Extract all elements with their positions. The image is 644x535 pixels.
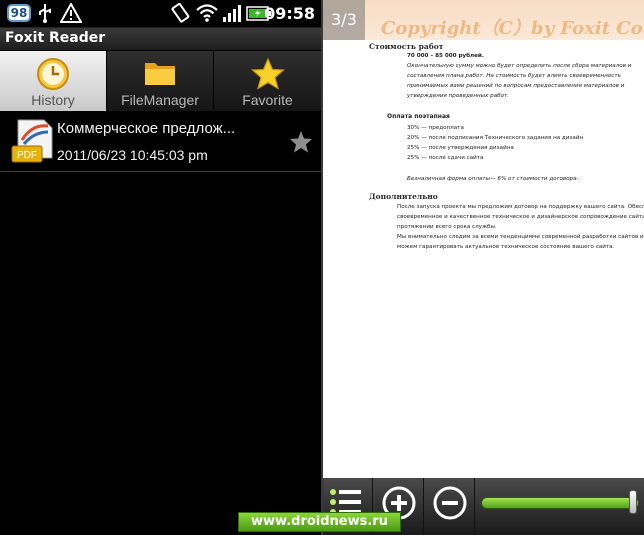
page-indicator: 3/3 bbox=[323, 0, 365, 40]
tab-favorite-label: Favorite bbox=[242, 92, 293, 108]
notification-badge: 98 bbox=[7, 4, 31, 22]
heading-cost: Стоимость работ bbox=[369, 42, 444, 51]
text-line: утверждения проведенных работ. bbox=[407, 93, 510, 99]
document-name: Коммерческое предлож... bbox=[57, 120, 236, 137]
zoom-out-icon bbox=[433, 486, 467, 520]
signal-icon bbox=[223, 5, 241, 22]
app-titlebar: Foxit Reader bbox=[0, 28, 321, 50]
zoom-slider[interactable] bbox=[481, 497, 639, 509]
clock-text: 09:58 bbox=[264, 4, 315, 23]
tab-favorite[interactable]: Favorite bbox=[214, 51, 321, 111]
text-line: протяжении всего срока службы. bbox=[397, 224, 497, 230]
document-header: Copyright（C）by Foxit Corp 3/3 bbox=[323, 0, 644, 40]
zoom-out-button[interactable] bbox=[425, 478, 475, 535]
document-date: 2011/06/23 10:45:03 pm bbox=[57, 147, 208, 163]
text-line: Окончательную сумму можно будет определи… bbox=[407, 63, 632, 69]
price-line: 70 000 – 85 000 рублей. bbox=[407, 53, 484, 59]
text-line: своевременное и качественное техническое… bbox=[397, 214, 644, 220]
history-list: PDF Коммерческое предлож... 2011/06/23 1… bbox=[0, 112, 321, 172]
text-line: После запуска проекта мы предложим догов… bbox=[397, 204, 644, 210]
clock-icon bbox=[37, 58, 69, 90]
left-screen: 98 09:58 Foxit Reader History FileManage… bbox=[0, 0, 321, 535]
star-icon bbox=[250, 57, 285, 90]
tab-history-label: History bbox=[31, 92, 75, 108]
right-screen: Copyright（C）by Foxit Corp 3/3 Стоимость … bbox=[323, 0, 644, 535]
usb-icon bbox=[39, 4, 51, 23]
payment-line: 20% — после подписания Технического зада… bbox=[407, 135, 584, 141]
text-line: можем гарантировать актуальное техническ… bbox=[397, 244, 615, 250]
zoom-slider-handle[interactable] bbox=[629, 490, 637, 514]
text-line: принимаемых вами решений по вопросам пре… bbox=[407, 83, 625, 89]
text-line: составления плана работ. На стоимость бу… bbox=[407, 73, 621, 79]
alert-icon bbox=[60, 3, 82, 23]
payment-note: Безналичная форма оплаты— 6% от стоимост… bbox=[407, 176, 579, 182]
tab-history[interactable]: History bbox=[0, 51, 107, 111]
pdf-icon: PDF bbox=[11, 119, 53, 163]
payment-line: 25% — после сдачи сайта bbox=[407, 155, 484, 161]
status-bar: 98 09:58 bbox=[0, 0, 321, 28]
tab-filemanager[interactable]: FileManager bbox=[107, 51, 214, 111]
tab-bar: History FileManager Favorite bbox=[0, 51, 321, 111]
favorite-star-icon[interactable] bbox=[289, 130, 313, 154]
watermark-credit: www.droidnews.ru bbox=[238, 512, 401, 532]
watermark-text: Copyright（C）by Foxit Corp bbox=[381, 18, 644, 39]
list-item[interactable]: PDF Коммерческое предлож... 2011/06/23 1… bbox=[0, 112, 321, 172]
folder-icon bbox=[145, 63, 175, 85]
vibrate-icon bbox=[171, 3, 190, 23]
text-line: Мы внимательно следим за всеми тенденция… bbox=[397, 234, 644, 240]
payment-line: 30% — предоплата bbox=[407, 125, 464, 131]
wifi-icon bbox=[196, 4, 218, 22]
tab-filemanager-label: FileManager bbox=[121, 92, 199, 108]
heading-payment: Оплата поэтапная bbox=[387, 113, 450, 120]
app-title: Foxit Reader bbox=[5, 30, 106, 46]
payment-line: 25% — после утверждения дизайна bbox=[407, 145, 514, 151]
document-page[interactable]: Стоимость работ 70 000 – 85 000 рублей. … bbox=[323, 40, 644, 480]
pdf-label: PDF bbox=[17, 150, 37, 161]
heading-additional: Дополнительно bbox=[369, 192, 438, 201]
